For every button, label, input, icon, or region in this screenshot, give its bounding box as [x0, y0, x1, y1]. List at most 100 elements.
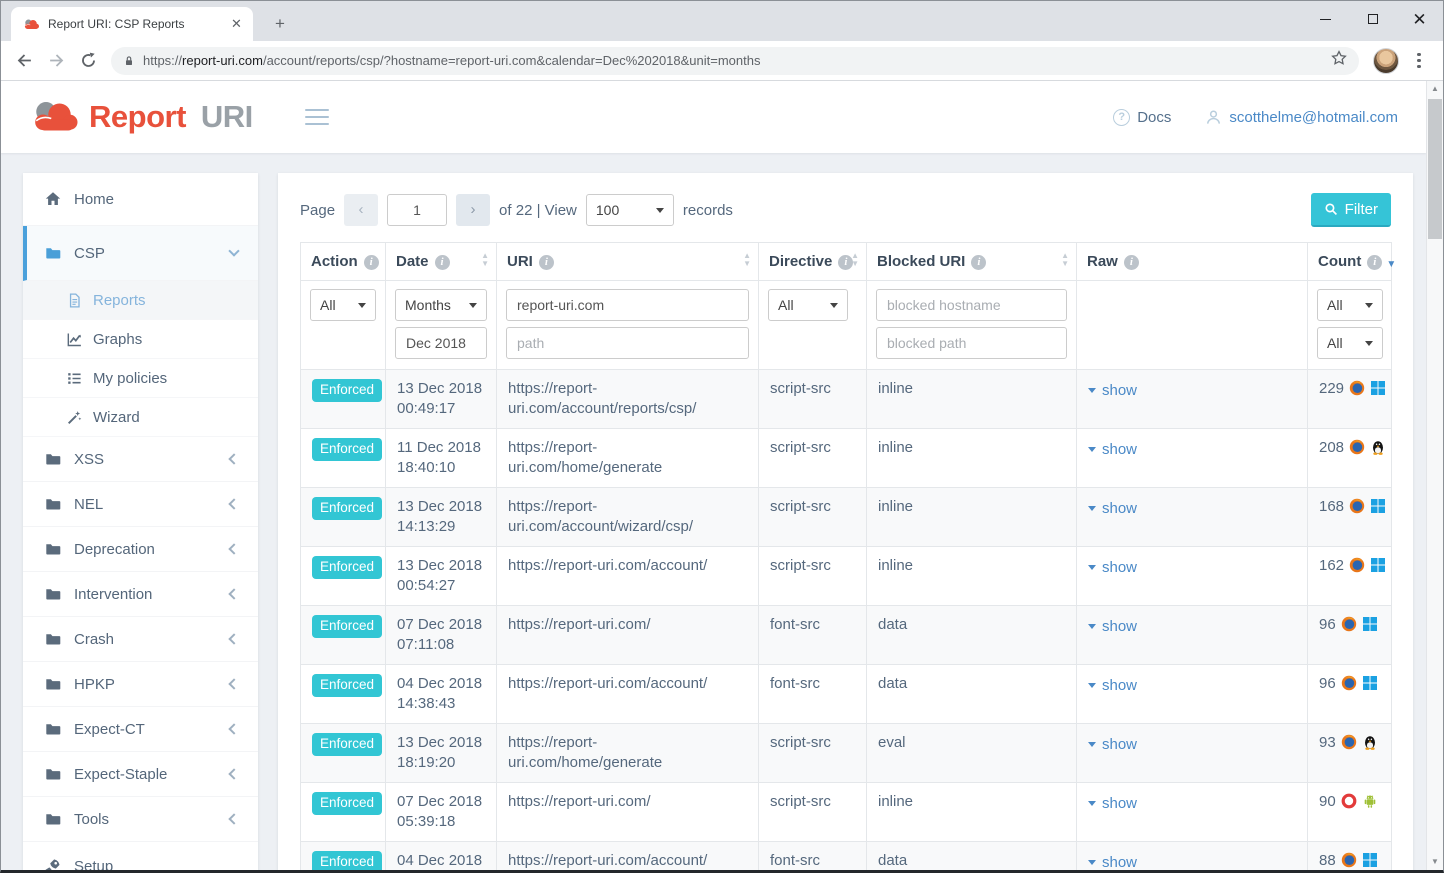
- docs-link[interactable]: ? Docs: [1113, 109, 1171, 126]
- sidebar-item[interactable]: Tools: [23, 797, 258, 842]
- person-icon: [1205, 109, 1222, 126]
- action-filter-select[interactable]: All: [310, 289, 376, 321]
- info-icon[interactable]: [1124, 255, 1139, 270]
- sort-descending-icon[interactable]: [1386, 259, 1396, 270]
- count-filter-select-2[interactable]: All: [1317, 327, 1383, 359]
- count-cell: 229: [1308, 370, 1392, 429]
- filter-button[interactable]: Filter: [1311, 193, 1391, 227]
- bookmark-star-button[interactable]: [1331, 50, 1347, 71]
- window-minimize-button[interactable]: [1302, 1, 1349, 37]
- count-filter-select-1[interactable]: All: [1317, 289, 1383, 321]
- sidebar-item-setup[interactable]: Setup: [23, 842, 258, 870]
- tab-close-icon[interactable]: ✕: [228, 16, 245, 33]
- sort-icon[interactable]: [743, 252, 751, 268]
- forward-button[interactable]: [41, 46, 71, 76]
- sidebar-item[interactable]: Expect-Staple: [23, 752, 258, 797]
- column-header-blocked-uri[interactable]: Blocked URI: [867, 243, 1077, 281]
- browser-tab[interactable]: Report URI: CSP Reports ✕: [11, 7, 253, 41]
- show-raw-link[interactable]: show: [1088, 617, 1137, 637]
- report-uri-favicon-icon: [23, 18, 40, 31]
- column-header-raw[interactable]: Raw: [1077, 243, 1308, 281]
- show-raw-link[interactable]: show: [1088, 499, 1137, 519]
- show-raw-link[interactable]: show: [1088, 440, 1137, 460]
- prev-page-button[interactable]: ‹: [344, 194, 378, 226]
- next-page-button[interactable]: ›: [456, 194, 490, 226]
- reload-button[interactable]: [73, 46, 103, 76]
- column-header-directive[interactable]: Directive: [759, 243, 867, 281]
- caret-down-icon: [830, 303, 838, 308]
- sidebar-item[interactable]: NEL: [23, 482, 258, 527]
- uri-cell: https://report-uri.com/home/generate: [497, 724, 759, 783]
- uri-hostname-input[interactable]: [506, 289, 749, 321]
- sidebar-subitem[interactable]: Wizard: [23, 398, 258, 437]
- sidebar-item-csp[interactable]: CSP: [23, 226, 258, 281]
- show-raw-link[interactable]: show: [1088, 558, 1137, 578]
- address-bar[interactable]: https://report-uri.com/account/reports/c…: [111, 47, 1359, 75]
- folder-icon: [45, 245, 61, 261]
- show-raw-link[interactable]: show: [1088, 735, 1137, 755]
- lock-icon: [123, 55, 135, 67]
- count-cell: 88: [1308, 842, 1392, 871]
- info-icon[interactable]: [435, 255, 450, 270]
- show-raw-link[interactable]: show: [1088, 676, 1137, 696]
- browser-profile-avatar[interactable]: [1373, 48, 1399, 74]
- scroll-down-icon[interactable]: ▼: [1427, 854, 1443, 870]
- android-icon: [1362, 793, 1378, 809]
- sidebar-item[interactable]: Intervention: [23, 572, 258, 617]
- window-maximize-button[interactable]: [1349, 1, 1396, 37]
- sidebar-subitem[interactable]: My policies: [23, 359, 258, 398]
- column-header-count[interactable]: Count: [1308, 243, 1392, 281]
- sort-icon[interactable]: [1061, 252, 1069, 268]
- sidebar-item-home[interactable]: Home: [23, 173, 258, 226]
- sidebar-subitem[interactable]: Graphs: [23, 320, 258, 359]
- sidebar-subitem[interactable]: Reports: [23, 281, 258, 320]
- directive-filter-select[interactable]: All: [768, 289, 848, 321]
- home-icon: [45, 191, 61, 207]
- show-raw-link[interactable]: show: [1088, 381, 1137, 401]
- browser-menu-button[interactable]: [1407, 49, 1431, 73]
- back-button[interactable]: [9, 46, 39, 76]
- date-filter-input[interactable]: [395, 327, 487, 359]
- date-unit-select[interactable]: Months: [395, 289, 487, 321]
- show-raw-link[interactable]: show: [1088, 853, 1137, 871]
- csp-submenu: Reports Graphs My policies Wizar: [23, 281, 258, 437]
- window-scrollbar[interactable]: ▲ ▼: [1426, 81, 1443, 870]
- sidebar-item[interactable]: Crash: [23, 617, 258, 662]
- sort-icon[interactable]: [481, 252, 489, 268]
- back-arrow-icon: [16, 52, 33, 69]
- sidebar-item[interactable]: XSS: [23, 437, 258, 482]
- chevron-left-icon: [228, 498, 239, 509]
- new-tab-button[interactable]: +: [267, 12, 293, 36]
- info-icon[interactable]: [971, 255, 986, 270]
- account-email-link[interactable]: scotthelme@hotmail.com: [1205, 109, 1398, 126]
- info-icon[interactable]: [539, 255, 554, 270]
- action-badge: Enforced: [312, 674, 382, 697]
- sort-icon[interactable]: [851, 252, 859, 268]
- pagination-bar: Page ‹ › of 22 | View 100 records Filter: [300, 193, 1391, 227]
- blocked-path-input[interactable]: [876, 327, 1067, 359]
- uri-cell: https://report-uri.com/account/: [497, 547, 759, 606]
- report-uri-logo[interactable]: ReportURI: [29, 99, 253, 135]
- directive-cell: script-src: [759, 547, 867, 606]
- folder-icon: [45, 541, 61, 557]
- directive-cell: script-src: [759, 724, 867, 783]
- info-icon[interactable]: [364, 255, 379, 270]
- sidebar-toggle-button[interactable]: [305, 109, 329, 125]
- info-icon[interactable]: [1367, 255, 1382, 270]
- page-number-input[interactable]: [387, 194, 447, 226]
- blocked-hostname-input[interactable]: [876, 289, 1067, 321]
- scroll-up-icon[interactable]: ▲: [1427, 81, 1443, 97]
- sidebar-item[interactable]: HPKP: [23, 662, 258, 707]
- sidebar-item[interactable]: Expect-CT: [23, 707, 258, 752]
- uri-path-input[interactable]: [506, 327, 749, 359]
- show-raw-link[interactable]: show: [1088, 794, 1137, 814]
- window-close-button[interactable]: ✕: [1396, 1, 1443, 37]
- page-viewport: ReportURI ? Docs scotthelme@hotmail.com …: [1, 81, 1426, 870]
- sidebar-item[interactable]: Deprecation: [23, 527, 258, 572]
- column-header-uri[interactable]: URI: [497, 243, 759, 281]
- scrollbar-thumb[interactable]: [1428, 99, 1442, 239]
- triangle-down-icon: [1088, 742, 1096, 747]
- column-header-action[interactable]: Action: [301, 243, 386, 281]
- per-page-select[interactable]: 100: [586, 194, 674, 226]
- column-header-date[interactable]: Date: [386, 243, 497, 281]
